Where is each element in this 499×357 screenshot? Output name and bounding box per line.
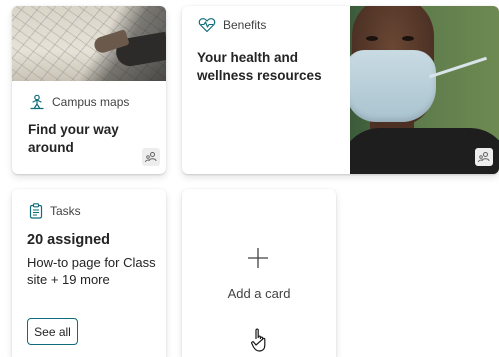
share-with-icon[interactable] [142,148,160,166]
photo-eye-left [366,36,378,41]
photo-face-mask [350,50,436,122]
add-card-tile[interactable]: Add a card [182,189,336,357]
campus-maps-title: Find your way around [28,122,119,155]
plus-icon[interactable] [247,247,269,269]
share-with-icon[interactable] [475,148,493,166]
tasks-header: Tasks [29,203,81,219]
tasks-card[interactable]: Tasks 20 assigned How-to page for Class … [12,189,166,357]
dashboard-cards-area: Campus maps Find your way around Benefit… [0,0,499,357]
benefits-title: Your health and wellness resources [197,50,322,83]
hand-pointer-cursor-icon [251,328,266,352]
campus-map-photo [12,6,166,81]
photo-eye-right [402,36,414,41]
benefits-label: Benefits [223,18,267,32]
campus-maps-label: Campus maps [52,95,130,109]
people-icon [145,152,157,163]
see-all-button[interactable]: See all [27,318,78,345]
benefits-header: Benefits [198,17,266,33]
photo-mask-strap [429,56,487,79]
person-map-icon [30,94,44,110]
tasks-label: Tasks [50,204,81,218]
clipboard-icon [29,203,43,219]
tasks-description: How-to page for Class site + 19 more [27,255,156,287]
add-card-label[interactable]: Add a card [182,286,336,301]
tasks-count: 20 assigned [27,232,111,248]
heart-pulse-icon [198,18,216,33]
campus-maps-header: Campus maps [29,94,129,110]
benefits-card[interactable]: Benefits Your health and wellness resour… [182,6,499,174]
campus-maps-card[interactable]: Campus maps Find your way around [12,6,166,174]
people-icon [478,152,490,163]
